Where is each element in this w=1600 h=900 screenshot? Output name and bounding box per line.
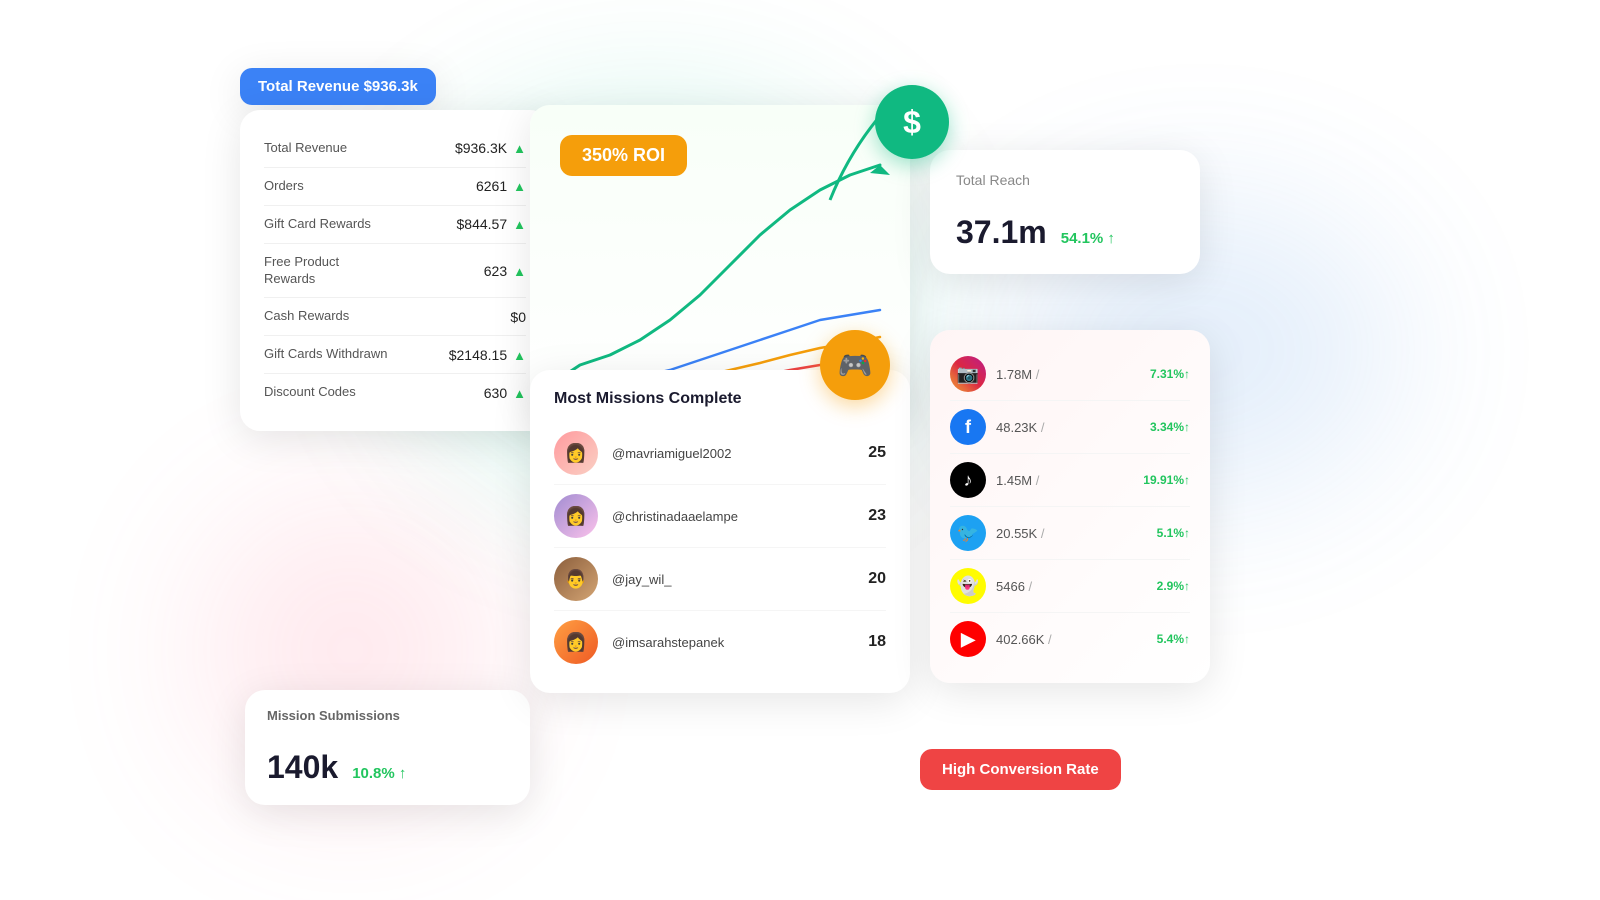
social-stats-card: 📷 1.78M / 7.31%↑ f 48.23K / 3.34%↑ ♪ 1.4… <box>930 330 1210 683</box>
stat-row: Discount Codes 630▲ <box>264 374 526 411</box>
stat-value: 6261▲ <box>476 178 526 194</box>
stat-value: $936.3K▲ <box>455 140 526 156</box>
stat-row: Orders 6261▲ <box>264 168 526 206</box>
social-pct: 5.4%↑ <box>1157 632 1190 646</box>
stat-label: Gift Card Rewards <box>264 216 371 233</box>
yt-icon: ▶ <box>950 621 986 657</box>
stat-label: Orders <box>264 178 304 195</box>
social-value: 1.45M / <box>996 473 1143 488</box>
stat-arrow: ▲ <box>513 217 526 232</box>
reach-title: Total Reach <box>956 172 1174 188</box>
game-badge: 🎮 <box>820 330 890 400</box>
stat-label: Total Revenue <box>264 140 347 157</box>
social-value: 48.23K / <box>996 420 1150 435</box>
stat-value: 630▲ <box>484 385 526 401</box>
dollar-icon: $ <box>903 104 921 141</box>
avatar: 👩 <box>554 494 598 538</box>
stat-row: Gift Cards Withdrawn $2148.15▲ <box>264 336 526 374</box>
social-pct: 19.91%↑ <box>1143 473 1190 487</box>
stat-row: Free Product Rewards 623▲ <box>264 244 526 299</box>
avatar: 👩 <box>554 431 598 475</box>
social-row: 📷 1.78M / 7.31%↑ <box>950 348 1190 401</box>
social-row: f 48.23K / 3.34%↑ <box>950 401 1190 454</box>
stat-arrow: ▲ <box>513 264 526 279</box>
social-row: 👻 5466 / 2.9%↑ <box>950 560 1190 613</box>
stat-value: $2148.15▲ <box>449 347 526 363</box>
stat-arrow: ▲ <box>513 179 526 194</box>
social-value: 20.55K / <box>996 526 1157 541</box>
reach-number: 37.1m <box>956 200 1047 252</box>
stat-label: Discount Codes <box>264 384 356 401</box>
mission-username: @imsarahstepanek <box>612 635 868 650</box>
tw-icon: 🐦 <box>950 515 986 551</box>
avatar: 👨 <box>554 557 598 601</box>
reach-pct: 54.1% ↑ <box>1061 230 1115 247</box>
mission-count: 20 <box>868 570 886 588</box>
mission-submissions-title: Mission Submissions <box>267 708 508 723</box>
social-value: 402.66K / <box>996 632 1157 647</box>
conversion-badge-text: High Conversion Rate <box>942 761 1099 778</box>
mission-user-row: 👩 @imsarahstepanek 18 <box>554 611 886 673</box>
dollar-badge: $ <box>875 85 949 159</box>
social-value: 1.78M / <box>996 367 1150 382</box>
stat-arrow: ▲ <box>513 141 526 156</box>
mission-username: @jay_wil_ <box>612 572 868 587</box>
conversion-badge: High Conversion Rate <box>920 749 1121 790</box>
stat-label: Gift Cards Withdrawn <box>264 346 388 363</box>
stat-arrow: ▲ <box>513 348 526 363</box>
social-pct: 2.9%↑ <box>1157 579 1190 593</box>
mission-count: 18 <box>868 633 886 651</box>
ig-icon: 📷 <box>950 356 986 392</box>
tt-icon: ♪ <box>950 462 986 498</box>
social-value: 5466 / <box>996 579 1157 594</box>
social-list: 📷 1.78M / 7.31%↑ f 48.23K / 3.34%↑ ♪ 1.4… <box>950 348 1190 665</box>
revenue-badge-text: Total Revenue $936.3k <box>258 78 418 95</box>
social-pct: 5.1%↑ <box>1157 526 1190 540</box>
stat-row: Total Revenue $936.3K▲ <box>264 130 526 168</box>
missions-list: 👩 @mavriamiguel2002 25 👩 @christinadaael… <box>554 422 886 673</box>
social-row: 🐦 20.55K / 5.1%↑ <box>950 507 1190 560</box>
stat-row: Cash Rewards $0 <box>264 298 526 336</box>
stat-value: $844.57▲ <box>457 216 526 232</box>
mission-username: @mavriamiguel2002 <box>612 446 868 461</box>
stat-row: Gift Card Rewards $844.57▲ <box>264 206 526 244</box>
stat-label: Free Product Rewards <box>264 254 394 288</box>
stats-list: Total Revenue $936.3K▲ Orders 6261▲ Gift… <box>264 130 526 411</box>
mission-count: 23 <box>868 507 886 525</box>
stat-label: Cash Rewards <box>264 308 349 325</box>
mission-user-row: 👩 @christinadaaelampe 23 <box>554 485 886 548</box>
game-icon: 🎮 <box>838 349 873 382</box>
most-missions-card: Most Missions Complete 👩 @mavriamiguel20… <box>530 370 910 693</box>
social-row: ▶ 402.66K / 5.4%↑ <box>950 613 1190 665</box>
stat-arrow: ▲ <box>513 386 526 401</box>
stat-value: $0 <box>510 309 526 325</box>
roi-badge: 350% ROI <box>560 135 687 176</box>
revenue-stats-card: Total Revenue $936.3K▲ Orders 6261▲ Gift… <box>240 110 550 431</box>
stat-value: 623▲ <box>484 263 526 279</box>
social-pct: 7.31%↑ <box>1150 367 1190 381</box>
mission-user-row: 👨 @jay_wil_ 20 <box>554 548 886 611</box>
mission-username: @christinadaaelampe <box>612 509 868 524</box>
social-row: ♪ 1.45M / 19.91%↑ <box>950 454 1190 507</box>
fb-icon: f <box>950 409 986 445</box>
mission-number: 140k <box>267 735 338 787</box>
mission-submissions-card: Mission Submissions 140k 10.8% ↑ <box>245 690 530 805</box>
total-reach-card: Total Reach 37.1m 54.1% ↑ <box>930 150 1200 274</box>
sc-icon: 👻 <box>950 568 986 604</box>
mission-user-row: 👩 @mavriamiguel2002 25 <box>554 422 886 485</box>
avatar: 👩 <box>554 620 598 664</box>
social-pct: 3.34%↑ <box>1150 420 1190 434</box>
total-revenue-badge: Total Revenue $936.3k <box>240 68 436 105</box>
mission-pct: 10.8% ↑ <box>352 765 406 782</box>
mission-count: 25 <box>868 444 886 462</box>
